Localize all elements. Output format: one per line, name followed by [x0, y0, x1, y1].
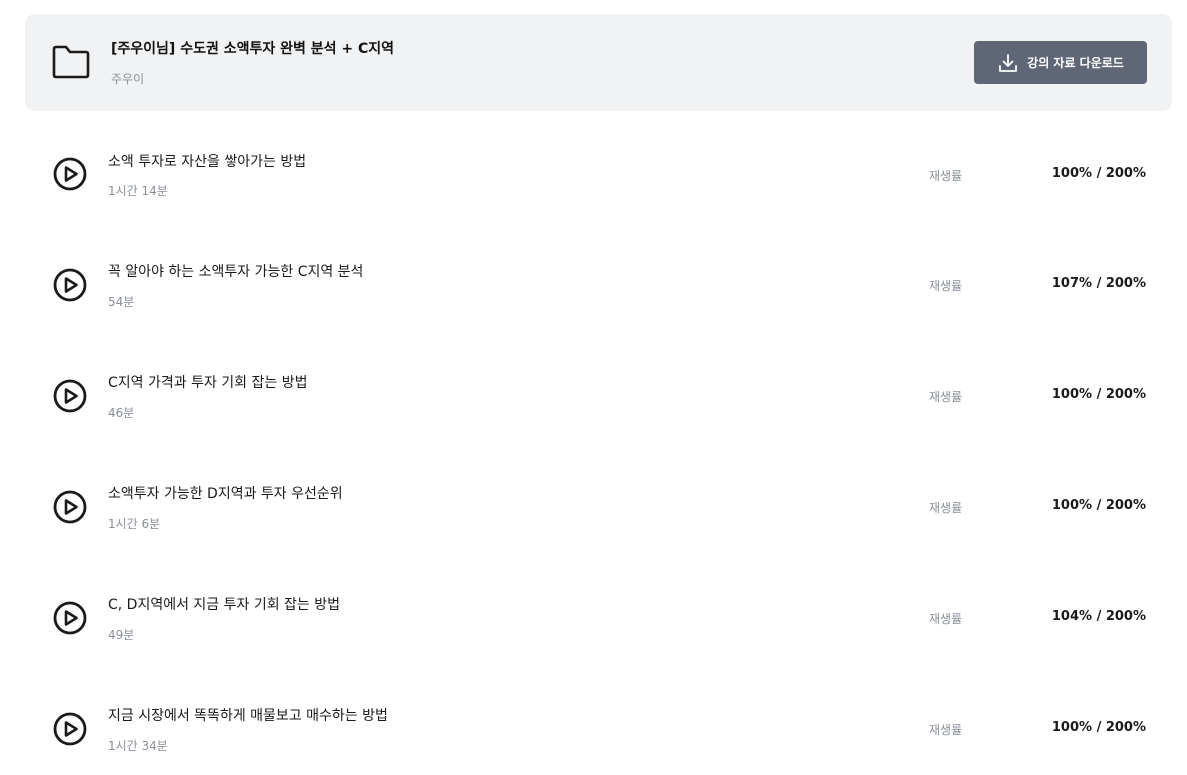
playback-rate-label: 재생률: [929, 390, 963, 404]
play-circle-icon[interactable]: [52, 378, 88, 414]
play-circle-icon[interactable]: [52, 267, 88, 303]
lecture-item[interactable]: 소액 투자로 자산을 쌓아가는 방법 1시간 14분 재생률 100% / 20…: [0, 119, 1187, 229]
lecture-duration: 49분: [108, 628, 135, 642]
play-circle-icon[interactable]: [52, 600, 88, 636]
playback-rate-label: 재생률: [929, 169, 963, 183]
playback-rate-label: 재생률: [929, 279, 963, 293]
lecture-title: 소액 투자로 자산을 쌓아가는 방법: [108, 154, 307, 170]
playback-rate-value: 100% / 200%: [1051, 166, 1146, 181]
playback-rate-label: 재생률: [929, 612, 963, 626]
lecture-list-page: [주우이님] 수도권 소액투자 완벽 분석 + C지역 주우이 강의 자료 다운…: [0, 0, 1187, 775]
play-circle-icon[interactable]: [52, 711, 88, 747]
lecture-title: C지역 가격과 투자 기회 잡는 방법: [108, 375, 308, 391]
lecture-item[interactable]: 꼭 알아야 하는 소액투자 가능한 C지역 분석 54분 재생률 107% / …: [0, 230, 1187, 340]
lecture-title: 꼭 알아야 하는 소액투자 가능한 C지역 분석: [108, 264, 364, 280]
download-icon: [999, 53, 1018, 72]
lecture-duration: 46분: [108, 406, 135, 420]
lecture-item[interactable]: 소액투자 가능한 D지역과 투자 우선순위 1시간 6분 재생률 100% / …: [0, 452, 1187, 562]
playback-rate-label: 재생률: [929, 501, 963, 515]
folder-icon: [52, 45, 90, 79]
lecture-duration: 1시간 14분: [108, 184, 168, 198]
download-button-label: 강의 자료 다운로드: [1027, 56, 1124, 70]
playback-rate-value: 107% / 200%: [1051, 276, 1146, 291]
playback-rate-value: 104% / 200%: [1051, 609, 1146, 624]
play-circle-icon[interactable]: [52, 489, 88, 525]
course-header: [주우이님] 수도권 소액투자 완벽 분석 + C지역 주우이 강의 자료 다운…: [25, 14, 1172, 111]
course-title: [주우이님] 수도권 소액투자 완벽 분석 + C지역: [111, 41, 395, 57]
lecture-item[interactable]: C, D지역에서 지금 투자 기회 잡는 방법 49분 재생률 104% / 2…: [0, 563, 1187, 673]
lecture-title: C, D지역에서 지금 투자 기회 잡는 방법: [108, 597, 341, 613]
lecture-item[interactable]: C지역 가격과 투자 기회 잡는 방법 46분 재생률 100% / 200%: [0, 341, 1187, 451]
lecture-item[interactable]: 지금 시장에서 똑똑하게 매물보고 매수하는 방법 1시간 34분 재생률 10…: [0, 674, 1187, 775]
playback-rate-value: 100% / 200%: [1051, 720, 1146, 735]
playback-rate-value: 100% / 200%: [1051, 387, 1146, 402]
lecture-duration: 54분: [108, 295, 135, 309]
download-materials-button[interactable]: 강의 자료 다운로드: [974, 41, 1147, 84]
course-author: 주우이: [111, 72, 145, 86]
lecture-duration: 1시간 34분: [108, 739, 168, 753]
lecture-duration: 1시간 6분: [108, 517, 161, 531]
playback-rate-value: 100% / 200%: [1051, 498, 1146, 513]
playback-rate-label: 재생률: [929, 723, 963, 737]
lecture-title: 지금 시장에서 똑똑하게 매물보고 매수하는 방법: [108, 708, 388, 724]
lecture-title: 소액투자 가능한 D지역과 투자 우선순위: [108, 486, 343, 502]
play-circle-icon[interactable]: [52, 156, 88, 192]
